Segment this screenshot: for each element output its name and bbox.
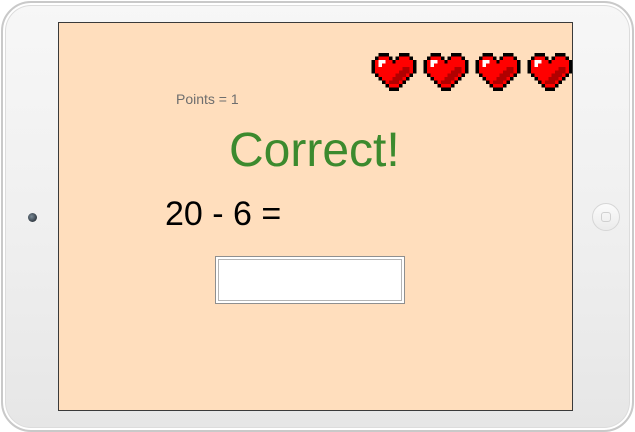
math-question: 20 - 6 = <box>165 195 282 233</box>
lives-display <box>371 53 572 91</box>
home-button[interactable] <box>592 203 620 231</box>
game-screen: Points = 1 Correct! 20 - 6 = <box>58 22 573 411</box>
answer-input[interactable] <box>215 256 405 304</box>
heart-icon <box>527 53 572 91</box>
heart-icon <box>475 53 521 91</box>
heart-icon <box>423 53 469 91</box>
camera-icon <box>28 213 37 222</box>
feedback-message: Correct! <box>229 124 400 177</box>
heart-icon <box>371 53 417 91</box>
points-label: Points = 1 <box>176 91 239 107</box>
